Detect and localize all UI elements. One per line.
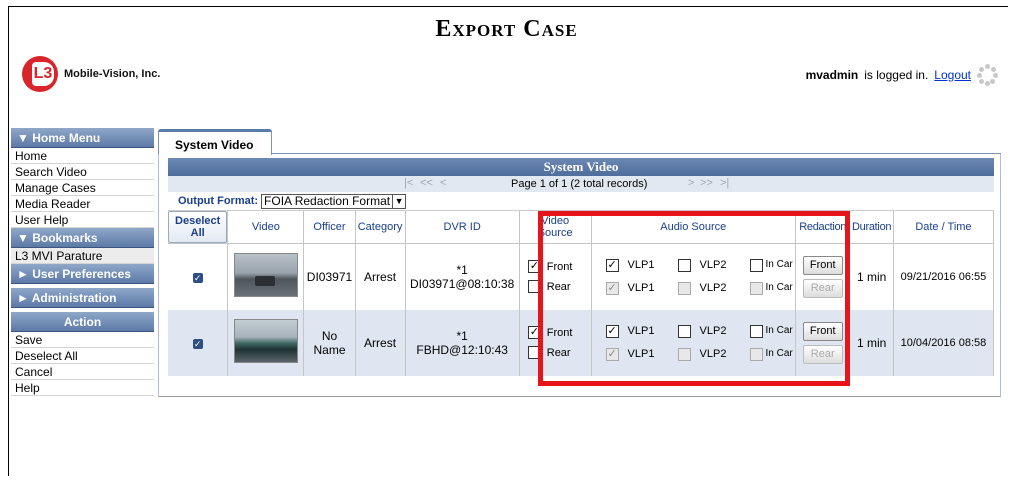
first-page-button[interactable]: |< [404, 177, 413, 189]
user-preferences-header[interactable]: ► User Preferences [11, 264, 154, 284]
redact-front-button[interactable]: Front [802, 255, 843, 275]
redact-rear-button: Rear [802, 278, 843, 298]
video-thumbnail[interactable] [233, 319, 298, 363]
col-video-source: Video Source [519, 211, 592, 244]
sidebar-item-save[interactable]: Save [11, 332, 154, 348]
sidebar-item-user-help[interactable]: User Help [11, 212, 154, 228]
video-source-cell: Front Rear [519, 243, 592, 310]
officer-cell: No Name [303, 309, 356, 376]
sidebar: ▼ Home Menu Home Search Video Manage Cas… [11, 128, 154, 396]
output-format-row: Output Format: FOIA Redaction Format ▼ [168, 192, 994, 211]
tab-panel: System Video |< << < Page 1 of 1 (2 tota… [158, 154, 1001, 397]
audio-source-cell: VLP1 VLP2 In Car VLP1 VLP2 In Car [591, 309, 797, 376]
chevron-down-icon: ▼ [392, 194, 405, 208]
datetime-cell: 10/04/2016 08:58 [893, 309, 995, 376]
col-video: Video [227, 211, 305, 244]
redact-front-button[interactable]: Front [802, 321, 843, 341]
front-vlp2-checkbox[interactable] [677, 258, 691, 272]
category-cell: Arrest [355, 309, 406, 376]
redact-rear-button: Rear [802, 344, 843, 364]
company-name: Mobile-Vision, Inc. [64, 68, 161, 80]
sidebar-item-help[interactable]: Help [11, 380, 154, 396]
officer-cell: DI03971 [303, 243, 356, 310]
col-redaction: Redaction [795, 211, 851, 244]
redaction-cell: Front Rear [795, 309, 851, 376]
prev-page-button[interactable]: < [440, 177, 446, 189]
front-incar-checkbox[interactable] [749, 324, 763, 338]
duration-cell: 1 min [849, 309, 894, 376]
audio-source-cell: VLP1 VLP2 In Car VLP1 VLP2 In Car [591, 243, 797, 310]
front-vlp1-checkbox[interactable] [605, 324, 619, 338]
sidebar-item-media-reader[interactable]: Media Reader [11, 196, 154, 212]
sidebar-item-deselect-all[interactable]: Deselect All [11, 348, 154, 364]
row-select-checkbox[interactable]: ✓ [192, 272, 203, 283]
redaction-cell: Front Rear [795, 243, 851, 310]
col-datetime: Date / Time [893, 211, 995, 244]
front-vlp1-checkbox[interactable] [605, 258, 619, 272]
rear-vlp2-checkbox [677, 347, 691, 361]
bookmarks-header[interactable]: ▼ Bookmarks [11, 228, 154, 248]
sidebar-item-cancel[interactable]: Cancel [11, 364, 154, 380]
tab-bar: System Video [158, 128, 1001, 155]
rear-incar-checkbox [749, 347, 763, 361]
col-officer: Officer [303, 211, 356, 244]
username: mvadmin [805, 68, 859, 82]
category-cell: Arrest [355, 243, 406, 310]
loading-spinner-icon [977, 64, 999, 86]
next-page-button[interactable]: > [688, 177, 694, 189]
page-title: Export Case [435, 16, 578, 42]
rear-incar-checkbox [749, 281, 763, 295]
administration-header[interactable]: ► Administration [11, 288, 154, 308]
rear-checkbox[interactable] [527, 280, 541, 294]
sidebar-item-manage-cases[interactable]: Manage Cases [11, 180, 154, 196]
l3-logo-icon: L3 [22, 56, 58, 92]
dvr-id-cell: *1 DI03971@08:10:38 [405, 243, 520, 310]
rear-vlp1-checkbox [605, 281, 619, 295]
front-checkbox[interactable] [527, 260, 541, 274]
video-thumbnail[interactable] [233, 253, 298, 298]
output-format-select[interactable]: FOIA Redaction Format ▼ [261, 193, 407, 209]
system-video-grid: System Video |< << < Page 1 of 1 (2 tota… [168, 158, 995, 376]
table-row: ✓ DI03971 Arrest *1DI03971@08:10:38 Fron… [168, 243, 995, 310]
pager-info: Page 1 of 1 (2 total records) [511, 178, 648, 190]
action-header: Action [11, 312, 154, 332]
grid-title: System Video [168, 158, 994, 176]
sidebar-item-search-video[interactable]: Search Video [11, 164, 154, 180]
front-checkbox[interactable] [527, 326, 541, 339]
tab-system-video[interactable]: System Video [158, 129, 272, 155]
rear-checkbox[interactable] [527, 346, 541, 359]
rear-vlp1-checkbox [605, 347, 619, 361]
col-dvr-id: DVR ID [405, 211, 520, 244]
col-audio-source: Audio Source [591, 211, 797, 244]
front-vlp2-checkbox[interactable] [677, 324, 691, 338]
prev-page-group-button[interactable]: << [420, 177, 433, 189]
sidebar-item-home[interactable]: Home [11, 148, 154, 164]
deselect-all-button[interactable]: Deselect All [168, 211, 228, 243]
output-format-label: Output Format: [178, 195, 259, 207]
video-table: Deselect All Video Officer Category DVR … [168, 211, 995, 376]
sidebar-item-l3-mvi-parature[interactable]: L3 MVI Parature [11, 248, 154, 264]
duration-cell: 1 min [849, 243, 894, 310]
table-header-row: Deselect All Video Officer Category DVR … [168, 211, 995, 244]
video-source-cell: Front Rear [519, 309, 592, 376]
front-incar-checkbox[interactable] [749, 258, 763, 272]
home-menu-header[interactable]: ▼ Home Menu [11, 128, 154, 148]
col-duration: Duration [849, 211, 894, 244]
col-category: Category [355, 211, 406, 244]
login-status: is logged in. [864, 68, 929, 82]
table-row: ✓ No Name Arrest *1FBHD@12:10:43 Front R… [168, 309, 995, 376]
next-page-group-button[interactable]: >> [700, 177, 713, 189]
row-select-checkbox[interactable]: ✓ [192, 338, 203, 349]
rear-vlp2-checkbox [677, 281, 691, 295]
user-status: mvadmin is logged in. Logout [806, 64, 999, 86]
datetime-cell: 09/21/2016 06:55 [893, 243, 995, 310]
logout-link[interactable]: Logout [934, 68, 971, 82]
logo: L3 Mobile-Vision, Inc. [22, 56, 160, 92]
last-page-button[interactable]: >| [720, 177, 729, 189]
pager: |< << < Page 1 of 1 (2 total records) > … [168, 176, 994, 192]
dvr-id-cell: *1 FBHD@12:10:43 [405, 309, 520, 376]
